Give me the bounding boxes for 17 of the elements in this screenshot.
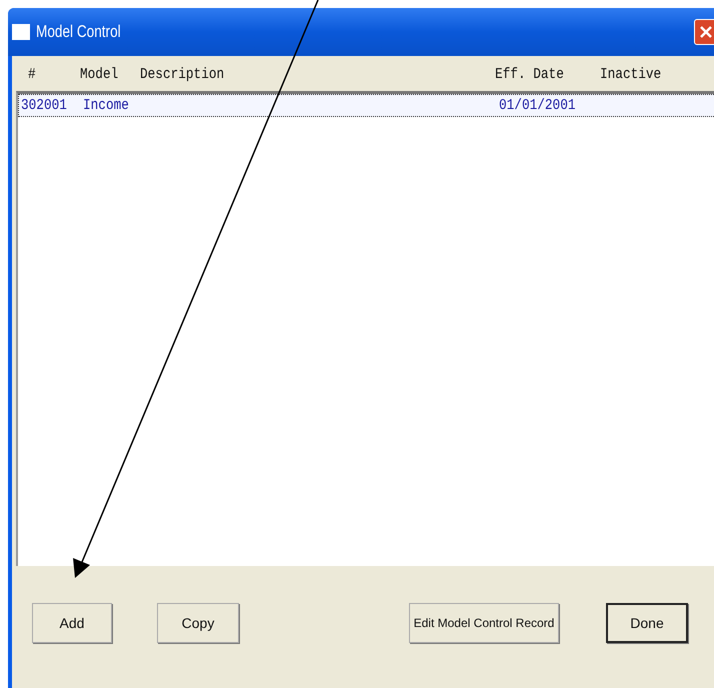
model-name: Income	[83, 97, 130, 114]
column-header: Model	[80, 66, 120, 83]
close-icon	[699, 25, 713, 39]
column-header: Inactive	[600, 66, 662, 83]
dialog-button[interactable]: Copy	[157, 603, 239, 643]
model-number: 302001	[21, 97, 68, 114]
window-icon	[12, 24, 30, 40]
list-row[interactable]: 302001 Income 01/01/2001	[18, 94, 714, 117]
column-header: Eff. Date	[495, 66, 565, 83]
column-header: Description	[140, 66, 226, 83]
close-button[interactable]	[694, 19, 714, 45]
dialog-button[interactable]: Add	[32, 603, 112, 643]
window-title: Model Control	[36, 22, 121, 42]
dialog-button[interactable]: Edit Model Control Record	[409, 603, 559, 643]
effective-date: 01/01/2001	[499, 97, 577, 114]
column-header: #	[28, 66, 37, 83]
dialog-button[interactable]: Done	[606, 603, 688, 643]
